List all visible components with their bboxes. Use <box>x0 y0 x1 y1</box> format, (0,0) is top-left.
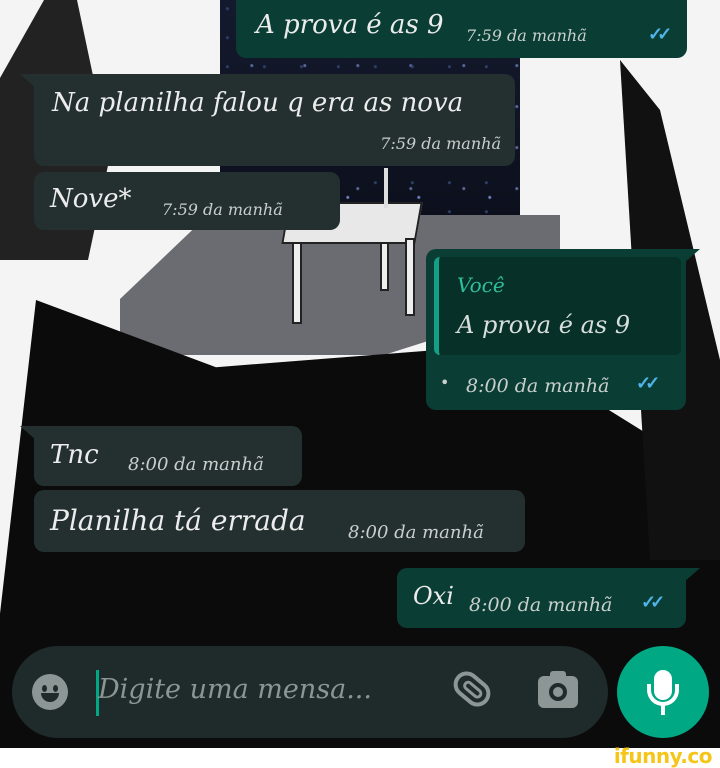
ifunny-watermark: ifunny.co <box>613 744 713 768</box>
message-time: 7:59 da manhã <box>162 200 283 219</box>
read-receipt-icon: ✓✓ <box>636 373 660 394</box>
message-text: Na planilha falou q era as nova <box>52 88 464 118</box>
watermark-strip <box>0 748 720 767</box>
wallpaper-table-leg <box>405 238 415 316</box>
message-time: 7:59 da manhã <box>466 26 587 45</box>
wallpaper-table-leg <box>292 242 302 324</box>
message-time: 7:59 da manhã <box>380 134 501 153</box>
message-text: Planilha tá errada <box>50 504 306 537</box>
wallpaper-table-leg <box>380 242 389 291</box>
message-text: Tnc <box>50 440 99 470</box>
read-receipt-icon: ✓✓ <box>648 24 672 45</box>
read-receipt-icon: ✓✓ <box>641 592 665 613</box>
message-text: A prova é as 9 <box>256 10 444 40</box>
quoted-author: Você <box>457 273 505 297</box>
message-bubble-outgoing[interactable]: A prova é as 9 7:59 da manhã ✓✓ <box>236 0 687 58</box>
emoji-icon[interactable] <box>32 674 68 710</box>
message-bubble-incoming[interactable]: Na planilha falou q era as nova 7:59 da … <box>34 74 515 166</box>
wallpaper-chair-post <box>384 168 388 208</box>
voice-message-button[interactable] <box>617 646 709 738</box>
bubble-tail <box>684 568 700 582</box>
message-time: 8:00 da manhã <box>466 375 610 397</box>
quoted-message[interactable]: Você A prova é as 9 <box>434 257 681 355</box>
quoted-text: A prova é as 9 <box>457 311 631 339</box>
message-time: 8:00 da manhã <box>128 454 264 475</box>
paperclip-icon[interactable] <box>448 666 496 712</box>
message-text: Oxi <box>413 582 454 610</box>
message-time: 8:00 da manhã <box>469 594 613 616</box>
message-composer[interactable]: Digite uma mensa... <box>12 646 608 738</box>
message-input-placeholder[interactable]: Digite uma mensa... <box>98 674 372 705</box>
bubble-tail <box>684 249 700 263</box>
status-bullet: • <box>440 373 450 392</box>
message-bubble-incoming[interactable]: Tnc 8:00 da manhã <box>34 426 302 486</box>
message-bubble-incoming[interactable]: Nove* 7:59 da manhã <box>34 172 340 230</box>
message-time: 8:00 da manhã <box>348 522 484 543</box>
message-text: Nove* <box>50 184 132 214</box>
camera-icon[interactable] <box>538 671 578 708</box>
message-bubble-outgoing-reply[interactable]: Você A prova é as 9 • 8:00 da manhã ✓✓ <box>426 249 686 410</box>
message-bubble-incoming[interactable]: Planilha tá errada 8:00 da manhã <box>34 490 525 552</box>
message-bubble-outgoing[interactable]: Oxi 8:00 da manhã ✓✓ <box>397 568 686 628</box>
